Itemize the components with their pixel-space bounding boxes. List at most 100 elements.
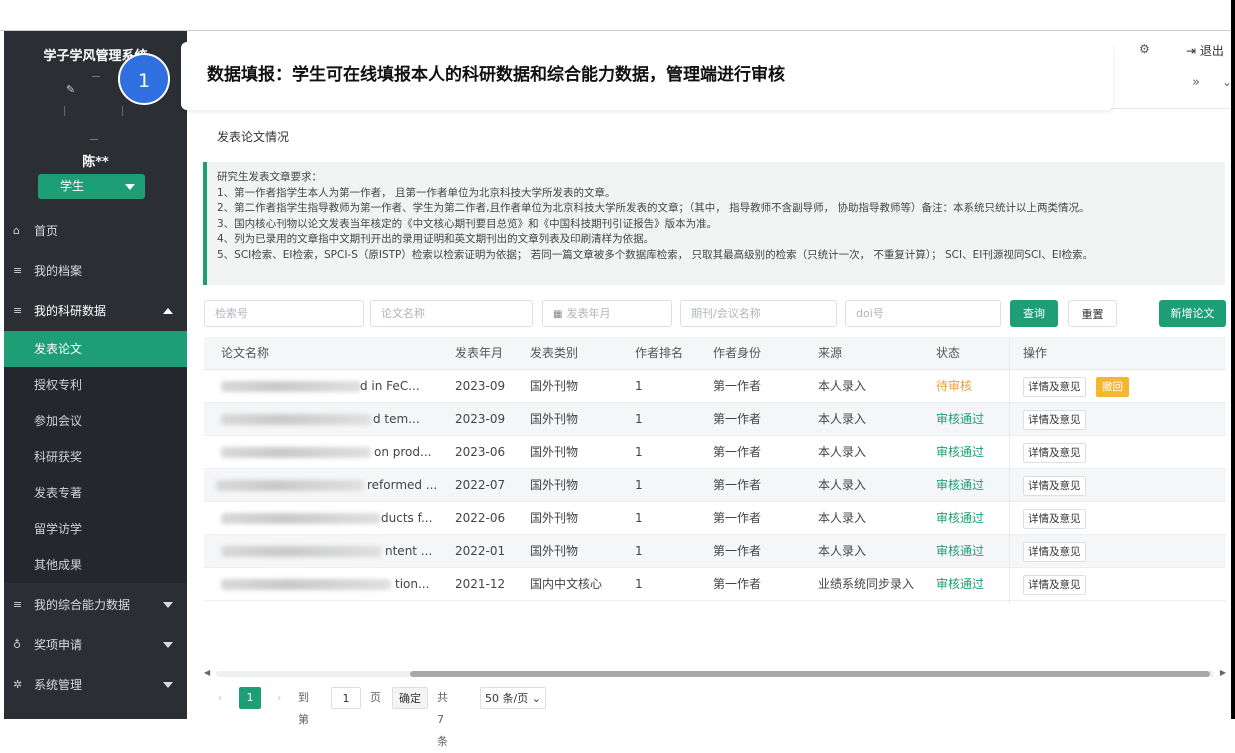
status-badge: 审核通过 bbox=[936, 511, 985, 525]
chevron-up-icon bbox=[163, 308, 173, 314]
sub-papers[interactable]: 发表论文 bbox=[4, 331, 187, 367]
page-size-select[interactable]: 50 条/页 ⌄ bbox=[480, 687, 546, 709]
double-chevron-right-icon[interactable]: » bbox=[1192, 75, 1200, 90]
author-role: 第一作者 bbox=[713, 445, 762, 459]
nav-awards[interactable]: ♁ 奖项申请 bbox=[4, 625, 187, 665]
table-row[interactable]: d tem... 2023-09 国外刊物 1 第一作者 本人录入 审核通过 详… bbox=[204, 403, 1226, 436]
chevron-down-icon[interactable]: ⌄ bbox=[1222, 75, 1232, 89]
status-badge: 审核通过 bbox=[936, 544, 985, 558]
confirm-button[interactable]: 确定 bbox=[392, 687, 428, 709]
source: 本人录入 bbox=[818, 511, 867, 525]
col-header: 操作 bbox=[1023, 346, 1048, 360]
nav-research[interactable]: ≡ 我的科研数据 bbox=[4, 291, 187, 331]
publish-date: 2023-06 bbox=[455, 445, 506, 459]
redacted-title bbox=[221, 381, 361, 392]
table-row[interactable]: reformed ... 2022-07 国外刊物 1 第一作者 本人录入 审核… bbox=[204, 469, 1226, 502]
details-button[interactable]: 详情及意见 bbox=[1023, 575, 1086, 595]
source: 本人录入 bbox=[818, 445, 867, 459]
category: 国外刊物 bbox=[530, 544, 579, 558]
reset-button[interactable]: 重置 bbox=[1068, 300, 1117, 327]
paper-name: ducts f... bbox=[381, 511, 433, 525]
notice-line: 1、第一作者指学生本人为第一作者， 且第一作者单位为北京科技大学所发表的文章。 bbox=[217, 186, 616, 199]
col-header: 发表类别 bbox=[530, 346, 579, 360]
scroll-left-icon[interactable]: ◀ bbox=[204, 668, 210, 677]
page-number[interactable]: 1 bbox=[239, 687, 261, 709]
nav-archive[interactable]: ≡ 我的档案 bbox=[4, 251, 187, 291]
list-icon: ≡ bbox=[13, 304, 23, 317]
redacted-title bbox=[216, 480, 364, 491]
author-role: 第一作者 bbox=[713, 379, 762, 393]
app-window: 学子学风管理系统 ✎ 陈** 学生 ⌂ 首页 ≡ 我的档案 ≡ 我的科研数据 发… bbox=[0, 0, 1235, 748]
col-header: 论文名称 bbox=[221, 346, 270, 360]
scroll-right-icon[interactable]: ▶ bbox=[1220, 668, 1226, 677]
col-header: 作者身份 bbox=[713, 346, 762, 360]
nav-system[interactable]: ✲ 系统管理 bbox=[4, 665, 187, 705]
paper-name-input[interactable]: 论文名称 bbox=[370, 300, 533, 327]
nav-home[interactable]: ⌂ 首页 bbox=[4, 211, 187, 251]
sub-conferences[interactable]: 参加会议 bbox=[4, 403, 187, 439]
table-row[interactable]: ntent ... 2022-01 国外刊物 1 第一作者 本人录入 审核通过 … bbox=[204, 535, 1226, 568]
paper-name: ntent ... bbox=[385, 544, 433, 558]
sub-patents[interactable]: 授权专利 bbox=[4, 367, 187, 403]
nav-label: 我的科研数据 bbox=[34, 304, 107, 318]
list-icon: ≡ bbox=[13, 264, 23, 277]
trophy-icon: ♁ bbox=[13, 638, 22, 651]
callout-text: 数据填报：学生可在线填报本人的科研数据和综合能力数据，管理端进行审核 bbox=[207, 65, 785, 85]
status-badge: 待审核 bbox=[936, 379, 973, 393]
scroll-thumb[interactable] bbox=[410, 671, 1210, 677]
next-page-icon[interactable]: › bbox=[277, 687, 281, 709]
paper-name: tion... bbox=[395, 577, 430, 591]
details-button[interactable]: 详情及意见 bbox=[1023, 509, 1086, 529]
sub-monographs[interactable]: 发表专著 bbox=[4, 475, 187, 511]
details-button[interactable]: 详情及意见 bbox=[1023, 377, 1086, 397]
page-unit-label: 页 bbox=[370, 691, 381, 704]
horizontal-scrollbar[interactable]: ◀ ▶ bbox=[204, 668, 1226, 680]
author-rank: 1 bbox=[635, 445, 643, 459]
table-row[interactable]: on prod... 2023-06 国外刊物 1 第一作者 本人录入 审核通过… bbox=[204, 436, 1226, 469]
column-divider bbox=[1009, 337, 1010, 604]
details-button[interactable]: 详情及意见 bbox=[1023, 410, 1086, 430]
query-button[interactable]: 查询 bbox=[1010, 300, 1058, 327]
details-button[interactable]: 详情及意见 bbox=[1023, 476, 1086, 496]
sub-study-abroad[interactable]: 留学访学 bbox=[4, 511, 187, 547]
role-select[interactable]: 学生 bbox=[38, 174, 145, 199]
prev-page-icon[interactable]: ‹ bbox=[218, 687, 222, 709]
author-rank: 1 bbox=[635, 577, 643, 591]
notice-line: 3、国内核心刊物以论文发表当年核定的《中文核心期刊要目总览》和《中国科技期刊引证… bbox=[217, 217, 718, 230]
sub-other[interactable]: 其他成果 bbox=[4, 547, 187, 583]
withdraw-button[interactable]: 撤回 bbox=[1096, 377, 1129, 397]
publish-month-picker[interactable]: ▦ 发表年月 bbox=[542, 300, 672, 327]
doi-input[interactable]: doi号 bbox=[845, 300, 1001, 327]
add-paper-button[interactable]: 新增论文 bbox=[1159, 300, 1226, 327]
palette-icon[interactable]: ⚙ bbox=[1139, 42, 1150, 56]
nav-ability[interactable]: ≡ 我的综合能力数据 bbox=[4, 585, 187, 625]
logout-button[interactable]: ⇥ 退出 bbox=[1186, 42, 1224, 59]
publish-date: 2022-07 bbox=[455, 478, 506, 492]
sub-awards[interactable]: 科研获奖 bbox=[4, 439, 187, 475]
table-row[interactable]: tion... 2021-12 国内中文核心 1 第一作者 业绩系统同步录入 审… bbox=[204, 568, 1226, 601]
author-role: 第一作者 bbox=[713, 478, 762, 492]
divider bbox=[122, 106, 123, 116]
table-header: 论文名称 发表年月 发表类别 作者排名 作者身份 来源 状态 操作 bbox=[204, 337, 1226, 370]
author-rank: 1 bbox=[635, 379, 643, 393]
details-button[interactable]: 详情及意见 bbox=[1023, 542, 1086, 562]
notice-line: 5、SCI检索、EI检索，SPCI-S（原ISTP）检索以检索证明为依据； 若同… bbox=[217, 248, 1094, 261]
page-title: 发表论文情况 bbox=[217, 130, 290, 144]
chevron-down-icon: ⌄ bbox=[531, 692, 541, 705]
author-role: 第一作者 bbox=[713, 544, 762, 558]
table-row[interactable]: d in FeC... 2023-09 国外刊物 1 第一作者 本人录入 待审核… bbox=[204, 370, 1226, 403]
goto-input[interactable]: 1 bbox=[331, 687, 361, 709]
details-button[interactable]: 详情及意见 bbox=[1023, 443, 1086, 463]
table-row[interactable]: ducts f... 2022-06 国外刊物 1 第一作者 本人录入 审核通过… bbox=[204, 502, 1226, 535]
source: 本人录入 bbox=[818, 478, 867, 492]
nav-label: 系统管理 bbox=[34, 678, 83, 692]
nav-label: 首页 bbox=[34, 224, 59, 238]
journal-input[interactable]: 期刊/会议名称 bbox=[680, 300, 837, 327]
paper-name: on prod... bbox=[374, 445, 432, 459]
author-rank: 1 bbox=[635, 478, 643, 492]
chevron-down-icon bbox=[163, 602, 173, 608]
col-header: 来源 bbox=[818, 346, 843, 360]
home-icon: ⌂ bbox=[13, 224, 20, 237]
status-badge: 审核通过 bbox=[936, 577, 985, 591]
search-number-input[interactable]: 检索号 bbox=[204, 300, 364, 327]
